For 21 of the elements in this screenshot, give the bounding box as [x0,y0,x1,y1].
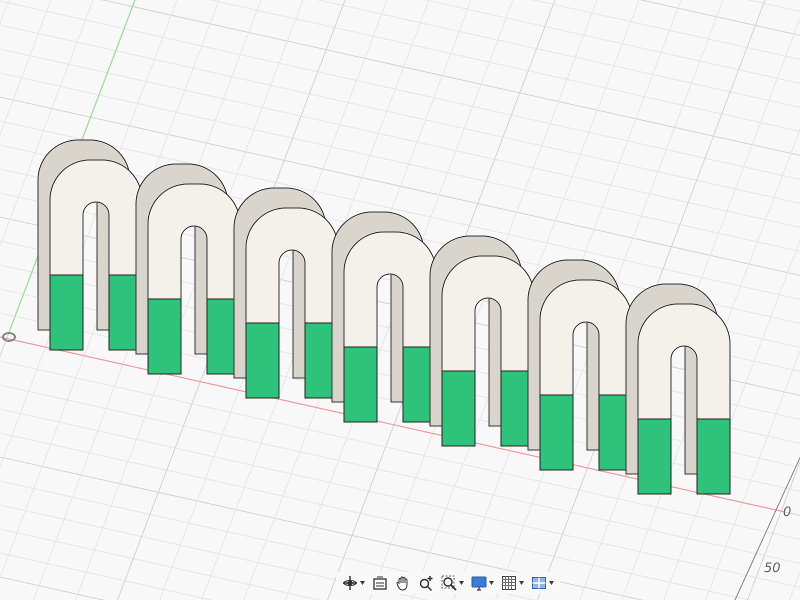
caret-icon [459,581,464,585]
monitor-icon [471,575,487,591]
display-button[interactable] [469,574,496,592]
caret-icon [549,581,554,585]
caret-icon [519,581,524,585]
orbit-icon [342,575,358,591]
origin-icon [2,332,16,342]
caret-icon [489,581,494,585]
viewports-button[interactable] [529,574,556,592]
ruler-label: 50 [764,562,781,575]
orbit-button[interactable] [340,574,367,592]
grid-button[interactable] [499,574,526,592]
grid-icon [501,575,517,591]
look-at-icon [372,575,388,591]
3d-viewport[interactable]: 0 50 [0,0,800,600]
zoom-window-icon [441,575,457,591]
viewports-icon [531,575,547,591]
caret-icon [360,581,365,585]
fit-button[interactable] [439,574,466,592]
zoom-icon [418,575,434,591]
ruler-label: 0 [783,506,792,519]
